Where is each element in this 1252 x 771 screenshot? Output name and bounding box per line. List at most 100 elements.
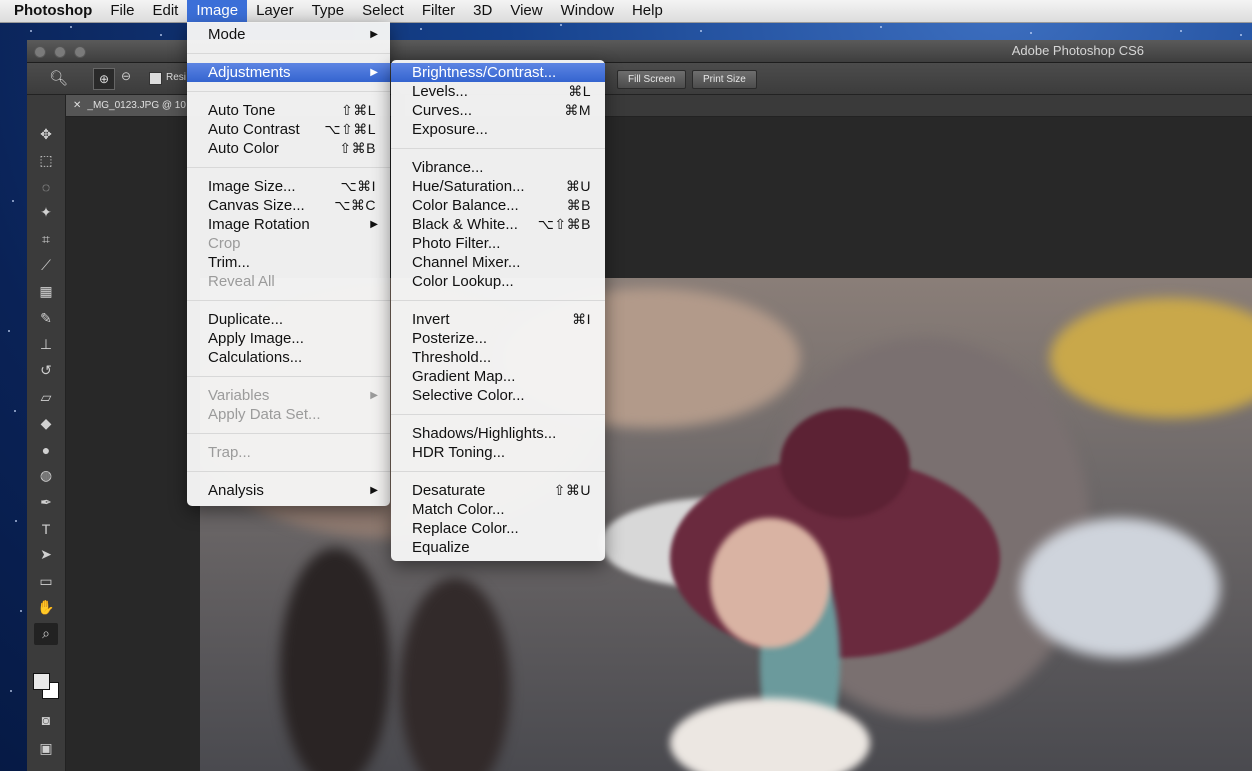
star — [70, 26, 72, 28]
menubar-type[interactable]: Type — [303, 0, 354, 22]
star — [12, 200, 14, 202]
menu-item-levels[interactable]: Levels... ⌘L — [391, 82, 605, 101]
zoom-window-button[interactable] — [74, 46, 86, 58]
menubar-file[interactable]: File — [101, 0, 143, 22]
menu-separator — [187, 167, 390, 168]
menu-item-brightness-contrast[interactable]: Brightness/Contrast... — [391, 63, 605, 82]
menubar-3d[interactable]: 3D — [464, 0, 501, 22]
rectangle-icon[interactable]: ▭ — [34, 570, 58, 592]
menu-item-mode[interactable]: Mode ▶ — [187, 25, 390, 44]
zoom-in-icon[interactable]: ⊕ — [93, 68, 115, 90]
move-icon[interactable]: ✥ — [34, 123, 58, 145]
menu-item-color-lookup[interactable]: Color Lookup... — [391, 272, 605, 291]
menubar-app-name[interactable]: Photoshop — [0, 0, 101, 22]
path-select-icon[interactable]: ➤ — [34, 544, 58, 566]
menu-item-replace-color[interactable]: Replace Color... — [391, 519, 605, 538]
menu-item-label: Invert — [412, 311, 450, 328]
menu-item-crop[interactable]: Crop — [187, 234, 390, 253]
menu-item-shadows-highlights[interactable]: Shadows/Highlights... — [391, 424, 605, 443]
menu-item-hdr-toning[interactable]: HDR Toning... — [391, 443, 605, 462]
menu-item-label: Calculations... — [208, 349, 303, 366]
menu-item-label: Posterize... — [412, 330, 488, 347]
menu-item-auto-color[interactable]: Auto Color ⇧⌘B — [187, 139, 390, 158]
pen-icon[interactable]: ✒ — [34, 491, 58, 513]
menu-item-calculations[interactable]: Calculations... — [187, 348, 390, 367]
screen-mode-icon[interactable]: ▣ — [34, 737, 58, 759]
menu-item-curves[interactable]: Curves... ⌘M — [391, 101, 605, 120]
brush-icon[interactable]: ✎ — [34, 307, 58, 329]
menu-item-channel-mixer[interactable]: Channel Mixer... — [391, 253, 605, 272]
menu-item-gradient-map[interactable]: Gradient Map... — [391, 367, 605, 386]
close-window-button[interactable] — [34, 46, 46, 58]
menubar-filter[interactable]: Filter — [413, 0, 464, 22]
menu-item-duplicate[interactable]: Duplicate... — [187, 310, 390, 329]
type-icon[interactable]: T — [34, 518, 58, 540]
menubar-view[interactable]: View — [501, 0, 551, 22]
blur-icon[interactable]: ● — [34, 439, 58, 461]
menubar-window[interactable]: Window — [552, 0, 623, 22]
menu-item-hue-saturation[interactable]: Hue/Saturation... ⌘U — [391, 177, 605, 196]
zoom-tool-preset-icon[interactable]: 🔍︎ — [49, 69, 68, 87]
menu-item-label: Duplicate... — [208, 311, 284, 328]
menubar-image[interactable]: Image — [187, 0, 248, 22]
lasso-icon[interactable]: ◌ — [34, 176, 58, 198]
menu-item-desaturate[interactable]: Desaturate ⇧⌘U — [391, 481, 605, 500]
menu-item-label: Color Balance... — [412, 197, 519, 214]
menu-separator — [187, 433, 390, 434]
menu-item-color-balance[interactable]: Color Balance... ⌘B — [391, 196, 605, 215]
menu-item-match-color[interactable]: Match Color... — [391, 500, 605, 519]
menubar-select[interactable]: Select — [353, 0, 413, 22]
menu-item-adjustments[interactable]: Adjustments ▶ — [187, 63, 390, 82]
menu-item-trap[interactable]: Trap... — [187, 443, 390, 462]
fill-screen-button[interactable]: Fill Screen — [617, 70, 687, 89]
minimize-window-button[interactable] — [54, 46, 66, 58]
menu-item-equalize[interactable]: Equalize — [391, 538, 605, 557]
menu-item-invert[interactable]: Invert ⌘I — [391, 310, 605, 329]
menu-item-threshold[interactable]: Threshold... — [391, 348, 605, 367]
menu-item-posterize[interactable]: Posterize... — [391, 329, 605, 348]
resize-windows-checkbox[interactable] — [149, 72, 162, 85]
menu-item-selective-color[interactable]: Selective Color... — [391, 386, 605, 405]
eyedropper-icon[interactable]: ⟋ — [34, 255, 58, 277]
foreground-color-swatch[interactable] — [33, 673, 50, 690]
marquee-icon[interactable]: ⬚ — [34, 149, 58, 171]
menu-item-exposure[interactable]: Exposure... — [391, 120, 605, 139]
menu-item-apply-data-set[interactable]: Apply Data Set... — [187, 405, 390, 424]
menubar-layer[interactable]: Layer — [247, 0, 303, 22]
menu-separator — [391, 300, 605, 301]
menu-item-reveal-all[interactable]: Reveal All — [187, 272, 390, 291]
magic-wand-icon[interactable]: ✦ — [34, 202, 58, 224]
menu-item-shortcut: ⌘I — [572, 311, 591, 327]
healing-icon[interactable]: ▦ — [34, 281, 58, 303]
paint-bucket-icon[interactable]: ◆ — [34, 412, 58, 434]
menu-item-label: Color Lookup... — [412, 273, 514, 290]
menubar-help[interactable]: Help — [623, 0, 672, 22]
crop-icon[interactable]: ⌗ — [34, 228, 58, 250]
menu-item-image-rotation[interactable]: Image Rotation ▶ — [187, 215, 390, 234]
menu-item-apply-image[interactable]: Apply Image... — [187, 329, 390, 348]
close-tab-icon[interactable]: ✕ — [73, 100, 81, 111]
dodge-icon[interactable]: ◍ — [34, 465, 58, 487]
stamp-icon[interactable]: ⊥ — [34, 333, 58, 355]
menubar-edit[interactable]: Edit — [144, 0, 188, 22]
star — [1240, 34, 1242, 36]
quick-mask-icon[interactable]: ◙ — [34, 709, 58, 731]
menu-item-photo-filter[interactable]: Photo Filter... — [391, 234, 605, 253]
history-brush-icon[interactable]: ↺ — [34, 360, 58, 382]
menu-item-shortcut: ⌘L — [568, 83, 591, 99]
menu-item-analysis[interactable]: Analysis ▶ — [187, 481, 390, 500]
menu-item-canvas-size[interactable]: Canvas Size... ⌥⌘C — [187, 196, 390, 215]
eraser-icon[interactable]: ▱ — [34, 386, 58, 408]
hand-icon[interactable]: ✋ — [34, 596, 58, 618]
zoom-out-icon[interactable]: ⊖ — [121, 69, 131, 83]
zoom-icon[interactable]: ⌕ — [34, 622, 58, 645]
menu-item-trim[interactable]: Trim... — [187, 253, 390, 272]
menu-item-image-size[interactable]: Image Size... ⌥⌘I — [187, 177, 390, 196]
menu-item-variables[interactable]: Variables ▶ — [187, 386, 390, 405]
menu-item-vibrance[interactable]: Vibrance... — [391, 158, 605, 177]
menu-item-auto-contrast[interactable]: Auto Contrast ⌥⇧⌘L — [187, 120, 390, 139]
print-size-button[interactable]: Print Size — [692, 70, 757, 89]
menu-item-auto-tone[interactable]: Auto Tone ⇧⌘L — [187, 101, 390, 120]
color-swatches[interactable] — [33, 673, 59, 699]
menu-item-black-white[interactable]: Black & White... ⌥⇧⌘B — [391, 215, 605, 234]
